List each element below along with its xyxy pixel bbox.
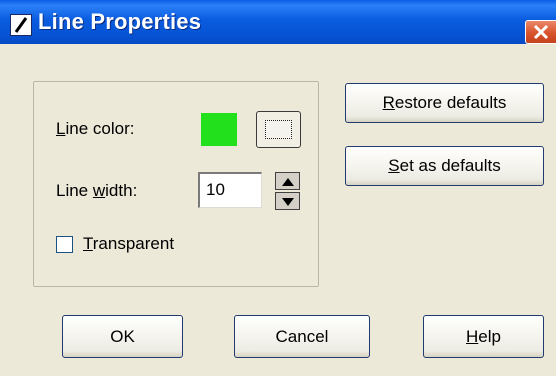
spin-down-button[interactable] [275, 192, 300, 210]
set-as-defaults-button[interactable]: Set as defaults [345, 146, 544, 186]
line-width-spinner [275, 172, 300, 210]
arrow-up-icon [282, 178, 294, 186]
spin-up-button[interactable] [275, 172, 300, 190]
line-width-label: Line width: [56, 181, 138, 200]
title-bar[interactable]: Line Properties [0, 0, 556, 44]
restore-defaults-button[interactable]: Restore defaults [345, 83, 544, 123]
transparent-label[interactable]: Transparent [83, 234, 174, 254]
color-picker-icon [265, 120, 292, 139]
ok-button[interactable]: OK [62, 315, 183, 358]
help-button[interactable]: Help [423, 315, 544, 358]
line-tool-icon [10, 14, 32, 36]
line-properties-dialog: Line Properties Line color: Line width: … [0, 0, 556, 376]
cancel-button[interactable]: Cancel [234, 315, 370, 358]
close-button[interactable] [525, 20, 556, 44]
close-icon [533, 24, 549, 40]
line-color-label: Line color: [56, 119, 135, 138]
transparent-checkbox[interactable] [56, 236, 73, 253]
line-color-swatch [201, 113, 237, 146]
line-width-input[interactable]: 10 [198, 172, 262, 208]
color-picker-button[interactable] [256, 111, 301, 148]
window-title: Line Properties [38, 9, 202, 34]
arrow-down-icon [282, 198, 294, 206]
